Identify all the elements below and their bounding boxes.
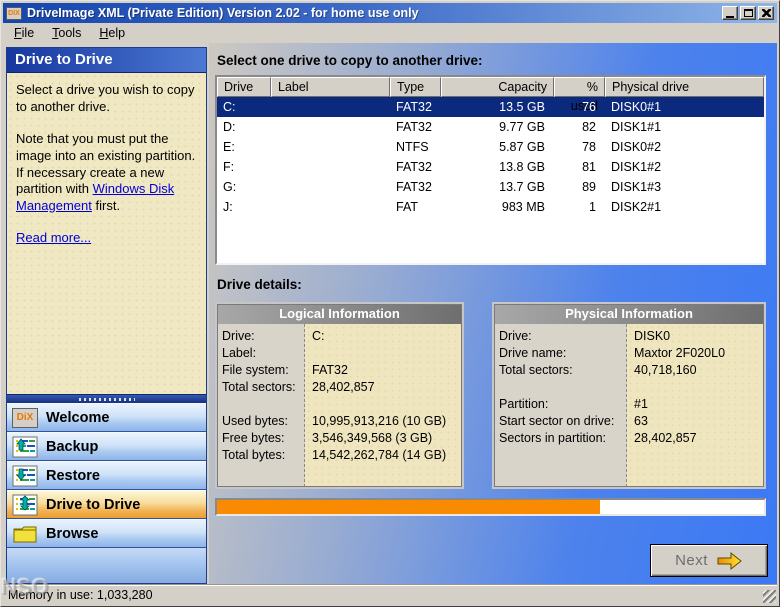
menu-bar: File Tools Help — [3, 23, 777, 43]
sidebar-item-backup[interactable]: Backup — [7, 432, 206, 461]
menu-tools[interactable]: Tools — [43, 24, 90, 42]
read-more-link[interactable]: Read more... — [16, 230, 91, 245]
logical-values: C: FAT32 28,402,857 10,995,913,216 (10 G… — [305, 324, 462, 487]
watermark: NSO — [1, 574, 49, 600]
table-row-e[interactable]: E:NTFS5.87 GB78DISK0#2 — [217, 137, 764, 157]
arrow-right-icon — [717, 551, 743, 571]
status-bar: Memory in use: 1,033,280 — [3, 584, 777, 604]
close-icon — [762, 9, 771, 17]
sidebar-item-restore[interactable]: Restore — [7, 461, 206, 490]
folder-icon — [12, 523, 38, 545]
drive-details-heading: Drive details: — [217, 277, 777, 292]
maximize-button[interactable] — [740, 6, 756, 20]
resize-grip[interactable] — [763, 590, 776, 603]
maximize-icon — [744, 9, 753, 17]
progress-bar — [215, 498, 766, 516]
sidebar-title: Drive to Drive — [7, 48, 206, 73]
physical-labels: Drive: Drive name: Total sectors: Partit… — [494, 324, 627, 487]
drive-table-header: Drive Label Type Capacity % used Physica… — [217, 77, 764, 97]
menu-help[interactable]: Help — [90, 24, 134, 42]
title-bar: DIX DriveImage XML (Private Edition) Ver… — [3, 3, 777, 23]
minimize-icon — [726, 16, 734, 18]
sidebar-item-welcome[interactable]: DiX Welcome — [7, 403, 206, 432]
table-row-d[interactable]: D:FAT329.77 GB82DISK1#1 — [217, 117, 764, 137]
sidebar-paragraph-2: Note that you must put the image into an… — [16, 131, 197, 214]
logical-information-panel: Logical Information Drive: Label: File s… — [215, 302, 464, 489]
table-row-g[interactable]: G:FAT3213.7 GB89DISK1#3 — [217, 177, 764, 197]
next-button[interactable]: Next — [650, 544, 768, 577]
sidebar-splitter[interactable] — [7, 394, 206, 403]
doc-arrow-up-icon — [12, 436, 38, 458]
doc-arrow-updown-icon — [12, 494, 38, 516]
col-physical[interactable]: Physical drive — [605, 77, 764, 97]
table-row-c[interactable]: C:FAT3213.5 GB76DISK0#1 — [217, 97, 764, 117]
drive-table: Drive Label Type Capacity % used Physica… — [215, 75, 766, 265]
dix-badge-icon: DiX — [12, 407, 38, 429]
select-drive-heading: Select one drive to copy to another driv… — [217, 53, 777, 68]
physical-values: DISK0 Maxtor 2F020L0 40,718,160 #1 63 28… — [627, 324, 764, 487]
app-window: DIX DriveImage XML (Private Edition) Ver… — [0, 0, 780, 607]
sidebar-item-drive-to-drive[interactable]: Drive to Drive — [7, 490, 206, 519]
col-used[interactable]: % used — [554, 77, 605, 97]
sidebar-item-browse[interactable]: Browse — [7, 519, 206, 548]
window-title: DriveImage XML (Private Edition) Version… — [27, 6, 722, 20]
drive-table-body: C:FAT3213.5 GB76DISK0#1 D:FAT329.77 GB82… — [217, 97, 764, 263]
table-row-f[interactable]: F:FAT3213.8 GB81DISK1#2 — [217, 157, 764, 177]
sidebar: Drive to Drive Select a drive you wish t… — [3, 43, 209, 584]
col-capacity[interactable]: Capacity — [441, 77, 554, 97]
progress-fill — [217, 500, 600, 514]
app-icon: DIX — [6, 7, 22, 20]
table-row-j[interactable]: J:FAT983 MB1DISK2#1 — [217, 197, 764, 217]
physical-information-title: Physical Information — [494, 304, 764, 324]
physical-information-panel: Physical Information Drive: Drive name: … — [492, 302, 766, 489]
minimize-button[interactable] — [722, 6, 738, 20]
col-drive[interactable]: Drive — [217, 77, 271, 97]
main-panel: Select one drive to copy to another driv… — [209, 43, 777, 584]
close-button[interactable] — [758, 6, 774, 20]
col-type[interactable]: Type — [390, 77, 441, 97]
next-button-label: Next — [675, 552, 708, 569]
doc-arrow-down-icon — [12, 465, 38, 487]
logical-labels: Drive: Label: File system: Total sectors… — [217, 324, 305, 487]
sidebar-paragraph-1: Select a drive you wish to copy to anoth… — [16, 82, 197, 115]
sidebar-description: Select a drive you wish to copy to anoth… — [7, 73, 206, 394]
logical-information-title: Logical Information — [217, 304, 462, 324]
menu-file[interactable]: File — [5, 24, 43, 42]
col-label[interactable]: Label — [271, 77, 390, 97]
splitter-dots-icon — [79, 398, 135, 401]
